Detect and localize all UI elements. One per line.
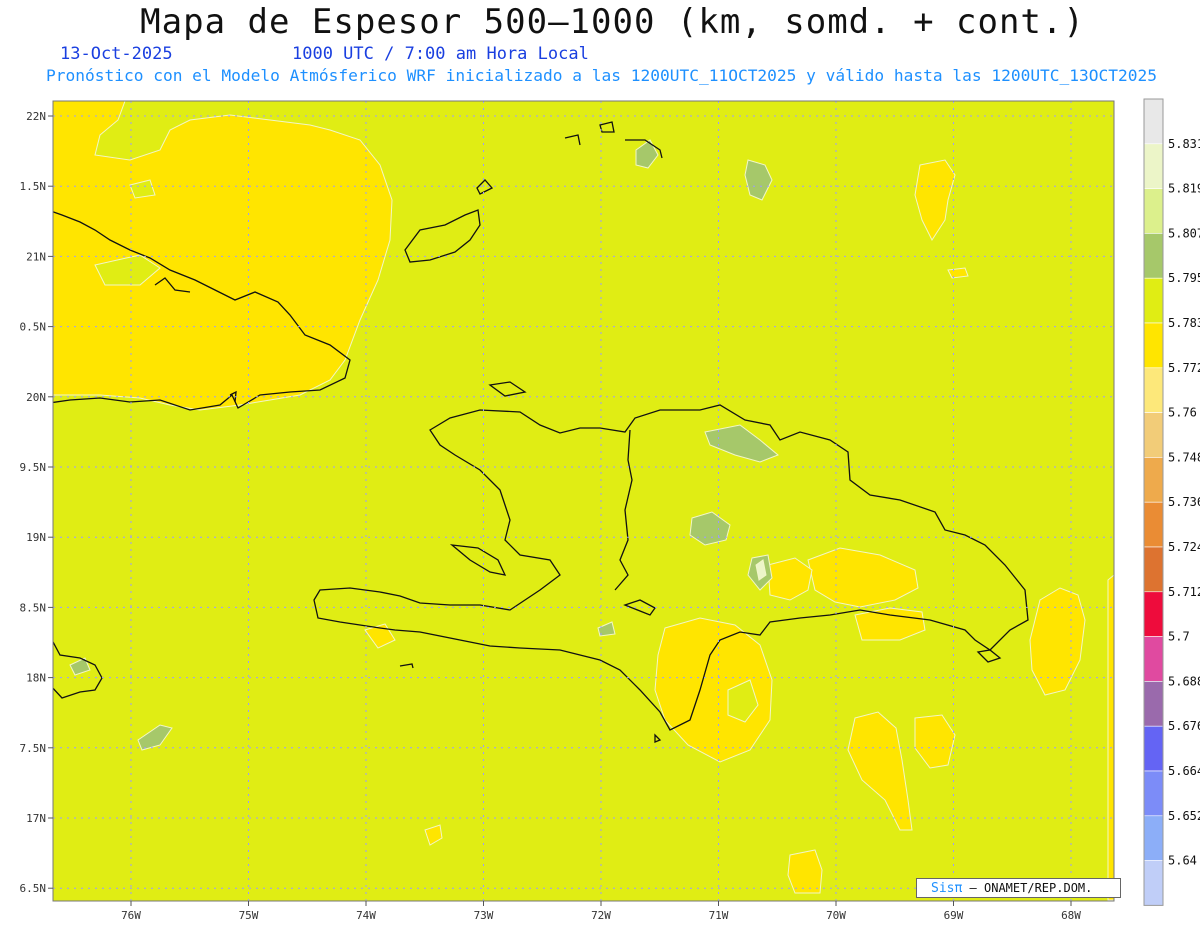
colorbar-segment: [1143, 277, 1164, 324]
colorbar-segment: [1143, 188, 1164, 234]
colorbar-label: 5.64: [1168, 854, 1197, 868]
lat-label: 1.5N: [20, 180, 47, 193]
colorbar-label: 5.7: [1168, 630, 1190, 644]
colorbar-label: 5.676: [1168, 719, 1200, 733]
lat-label: 7.5N: [20, 742, 47, 755]
warm-region-south-3: [787, 849, 823, 894]
warm-region-small: [947, 267, 969, 279]
colorbar-label: 5.652: [1168, 809, 1200, 823]
lat-label: 22N: [26, 110, 46, 123]
lon-label: 70W: [826, 909, 846, 922]
colorbar-segment: [1143, 546, 1164, 593]
colorbar: [1143, 98, 1164, 906]
lat-label: 8.5N: [20, 601, 47, 614]
lat-label: 0.5N: [20, 321, 47, 334]
colorbar-label: 5.807: [1168, 226, 1200, 240]
lon-label: 76W: [121, 909, 141, 922]
sispi-logo: Sisπ: [931, 881, 963, 896]
latitude-labels: 22N 1.5N 21N 0.5N 20N 9.5N 19N 8.5N 18N 7.5N 17N 6.…: [20, 110, 47, 895]
colorbar-segment: [1143, 98, 1164, 145]
lat-label: 9.5N: [20, 461, 47, 474]
colorbar-segment: [1143, 322, 1164, 369]
colorbar-segment: [1143, 770, 1164, 817]
lon-label: 72W: [591, 909, 611, 922]
colorbar-label: 5.831: [1168, 137, 1200, 151]
colorbar-label: 5.688: [1168, 674, 1200, 688]
credit-box: Sisπ — ONAMET/REP.DOM.: [916, 878, 1121, 898]
colorbar-label: 5.819: [1168, 182, 1200, 196]
colorbar-segment: [1143, 815, 1164, 861]
lon-label: 69W: [944, 909, 964, 922]
colorbar-segment: [1143, 725, 1164, 772]
colorbar-segment: [1143, 367, 1164, 413]
warm-region-edge: [1107, 574, 1114, 901]
thickness-map: 22N 1.5N 21N 0.5N 20N 9.5N 19N 8.5N 18N 7.5N 17N 6.…: [20, 98, 1200, 922]
colorbar-segment: [1143, 143, 1164, 189]
lat-label: 18N: [26, 672, 46, 685]
colorbar-label: 5.712: [1168, 585, 1200, 599]
colorbar-segment: [1143, 636, 1164, 682]
lon-label: 75W: [239, 909, 259, 922]
lat-label: 17N: [26, 812, 46, 825]
colorbar-label: 5.76: [1168, 406, 1197, 420]
colorbar-label: 5.795: [1168, 271, 1200, 285]
colorbar-label: 5.783: [1168, 316, 1200, 330]
colorbar-label: 5.772: [1168, 361, 1200, 375]
colorbar-segment: [1143, 681, 1164, 727]
longitude-labels: 76W 75W 74W 73W 72W 71W 70W 69W 68W: [121, 909, 1081, 922]
lat-label: 6.5N: [20, 882, 47, 895]
colorbar-segment: [1143, 457, 1164, 503]
colorbar-segment: [1143, 591, 1164, 637]
lat-label: 21N: [26, 250, 46, 263]
colorbar-label: 5.748: [1168, 450, 1200, 464]
colorbar-segment: [1143, 412, 1164, 458]
colorbar-label: 5.724: [1168, 540, 1200, 554]
colorbar-segment: [1143, 501, 1164, 548]
colorbar-label: 5.736: [1168, 495, 1200, 509]
lon-label: 74W: [356, 909, 376, 922]
lat-label: 20N: [26, 391, 46, 404]
colorbar-labels: 5.831 5.819 5.807 5.795 5.783 5.772 5.76 5.748 5…: [1168, 137, 1200, 868]
colorbar-segment: [1143, 860, 1164, 906]
credit-text: — ONAMET/REP.DOM.: [969, 881, 1093, 895]
lon-label: 68W: [1061, 909, 1081, 922]
lon-label: 71W: [709, 909, 729, 922]
coast-cuba-w: [35, 200, 52, 215]
colorbar-label: 5.664: [1168, 764, 1200, 778]
lat-label: 19N: [26, 531, 46, 544]
colorbar-segment: [1143, 233, 1164, 279]
lon-label: 73W: [474, 909, 494, 922]
